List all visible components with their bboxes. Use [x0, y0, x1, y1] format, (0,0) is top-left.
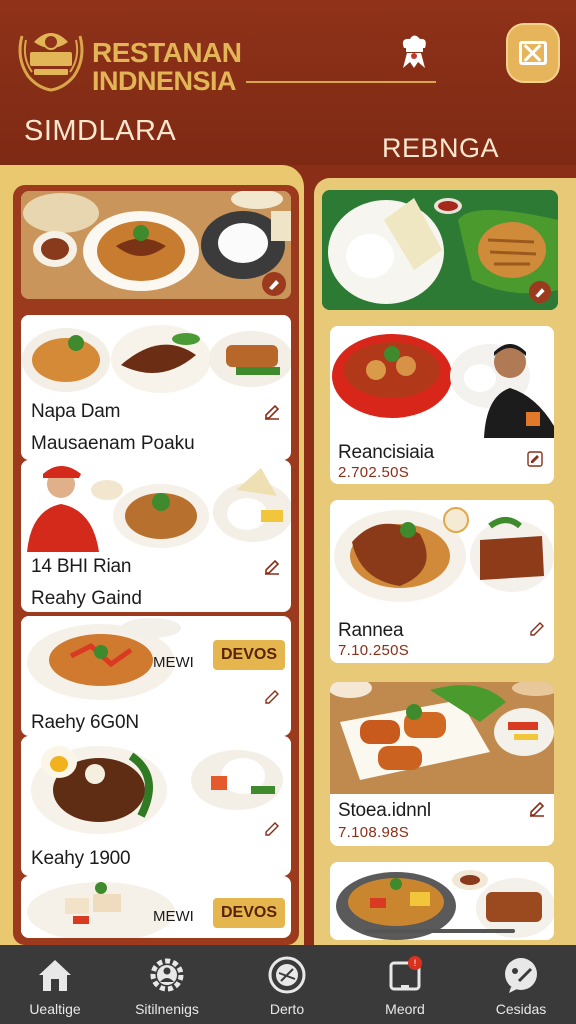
- menu-item-subtitle: Reahy Gaind: [31, 588, 142, 609]
- brand-line-2: INDNENSIA: [92, 66, 237, 97]
- edit-icon[interactable]: [528, 280, 552, 304]
- nav-label: Uealtige: [29, 1001, 81, 1017]
- menu-item-name: Rannea: [338, 620, 404, 641]
- app-header: RESTANAN INDNENSIA SIMDLARA REBNGA: [0, 0, 576, 165]
- nav-item-settings[interactable]: Sitilnenigs: [112, 945, 222, 1024]
- nav-label: Derto: [269, 1001, 305, 1017]
- menu-tag: MEWI: [153, 654, 194, 671]
- nav-item-demo[interactable]: Derto: [232, 945, 342, 1024]
- edit-icon[interactable]: [263, 403, 281, 421]
- nav-label: Sitilnenigs: [135, 1001, 199, 1017]
- menu-item-subtitle: Mausaenam Poaku: [31, 433, 195, 454]
- edit-icon[interactable]: [263, 688, 281, 706]
- menu-item-price: 7.108.98S: [338, 824, 410, 841]
- edit-icon[interactable]: [261, 271, 287, 297]
- home-icon: [39, 960, 71, 991]
- tab-right[interactable]: REBNGA: [382, 133, 499, 164]
- food-photo-duck-noodles: [330, 500, 554, 610]
- left-menu-card[interactable]: Napa Dam Mausaenam Poaku: [21, 315, 291, 460]
- menu-action-button[interactable]: DEVOS: [213, 640, 285, 670]
- right-menu-card[interactable]: Stoea.idnnl 7.108.98S: [330, 682, 554, 846]
- left-menu-card[interactable]: 14 BHI Rian Reahy Gaind: [21, 460, 291, 612]
- bottom-navigation: Uealtige Sitilnenigs Derto ! Meord Cesid…: [0, 945, 576, 1024]
- food-photo-chef-noodles: [21, 460, 291, 552]
- settings-gear-icon: [150, 958, 184, 992]
- left-menu-card[interactable]: MEWI DEVOS Raehy 6G0N: [21, 616, 291, 736]
- food-photo-noodles-rice: [21, 191, 291, 299]
- nav-label: Cesidas: [495, 1001, 547, 1017]
- menu-item-price: 2.702.50S: [338, 464, 410, 481]
- close-icon: [519, 41, 547, 65]
- menu-item-name: Stoea.idnnl: [338, 800, 431, 821]
- right-menu-card[interactable]: Rannea 7.10.250S: [330, 500, 554, 663]
- close-button[interactable]: [506, 23, 560, 83]
- nav-item-chat[interactable]: Cesidas: [466, 945, 576, 1024]
- menu-item-name: Napa Dam: [31, 401, 121, 422]
- food-photo-chicken-salad: [21, 876, 201, 938]
- edit-icon[interactable]: [263, 558, 281, 576]
- brand-line-1: RESTANAN: [92, 37, 242, 68]
- food-photo-fried-rice: [21, 736, 291, 836]
- header-divider: [246, 81, 436, 83]
- right-featured-card[interactable]: [322, 190, 558, 310]
- edit-icon[interactable]: [528, 800, 546, 818]
- nav-item-home[interactable]: Uealtige: [0, 945, 110, 1024]
- right-menu-card[interactable]: Reancisiaia 2.702.50S: [330, 326, 554, 484]
- chat-icon: [505, 958, 537, 993]
- plate-icon: [268, 956, 306, 994]
- left-menu-card[interactable]: Keahy 1900: [21, 736, 291, 876]
- nav-item-record[interactable]: ! Meord: [350, 945, 460, 1024]
- scroll-indicator: [365, 929, 515, 933]
- menu-tag: MEWI: [153, 908, 194, 925]
- chef-icon[interactable]: [394, 32, 434, 72]
- menu-item-name: Keahy 1900: [31, 848, 131, 869]
- edit-icon[interactable]: [526, 450, 544, 468]
- menu-item-name: 14 BHI Rian: [31, 556, 132, 577]
- restaurant-logo-emblem: [18, 33, 84, 92]
- tablet-icon: !: [389, 956, 422, 991]
- edit-icon[interactable]: [528, 620, 546, 638]
- notification-badge: !: [414, 958, 417, 968]
- left-menu-card[interactable]: MEWI DEVOS: [21, 876, 291, 938]
- food-photo-noodles-ribs: [21, 315, 291, 395]
- food-photo-curry-chef: [330, 326, 554, 438]
- food-photo-fried-chicken: [330, 682, 554, 794]
- edit-icon[interactable]: [263, 820, 281, 838]
- nav-label: Meord: [385, 1001, 425, 1017]
- left-featured-card[interactable]: [21, 191, 291, 299]
- brand-name: RESTANAN INDNENSIA: [92, 37, 242, 97]
- tab-left[interactable]: SIMDLARA: [24, 115, 176, 148]
- menu-item-price: 7.10.250S: [338, 642, 410, 659]
- food-photo-banana-leaf-rice: [322, 190, 558, 310]
- menu-action-button[interactable]: DEVOS: [213, 898, 285, 928]
- menu-item-name: Raehy 6G0N: [31, 712, 139, 733]
- menu-item-name: Reancisiaia: [338, 442, 435, 463]
